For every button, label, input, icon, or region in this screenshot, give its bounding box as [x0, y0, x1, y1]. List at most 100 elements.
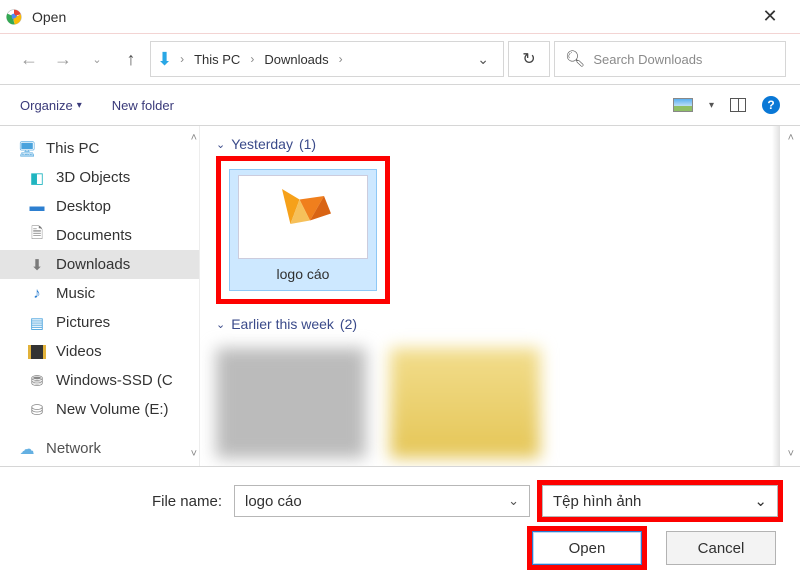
refresh-button[interactable]: ↻ — [508, 41, 550, 77]
downloads-location-icon: ⬇ — [157, 49, 172, 70]
tree-label: Network — [46, 440, 101, 457]
tree-item-pictures[interactable]: ▤ Pictures — [0, 308, 199, 337]
group-header-yesterday[interactable]: ⌄ Yesterday (1) — [216, 136, 780, 152]
chevron-right-icon: › — [246, 52, 258, 66]
nav-up-button[interactable]: ↑ — [116, 44, 146, 74]
blurred-file-item[interactable] — [216, 348, 366, 458]
tree-label: Videos — [56, 343, 102, 360]
group-label: Yesterday — [231, 136, 293, 152]
arrow-right-icon: → — [54, 49, 72, 70]
tree-scroll-down[interactable]: ˅ — [191, 448, 197, 460]
group-label: Earlier this week — [231, 316, 334, 332]
breadcrumb-item[interactable]: This PC — [192, 48, 242, 71]
document-icon: 🗎 — [28, 228, 46, 244]
desktop-icon: ▬ — [28, 199, 46, 215]
group-header-earlier[interactable]: ⌄ Earlier this week (2) — [216, 316, 780, 332]
blurred-file-item[interactable] — [390, 348, 540, 458]
breadcrumb-bar[interactable]: ⬇ › This PC › Downloads › ⌄ — [150, 41, 504, 77]
cube-icon: ◧ — [28, 170, 46, 186]
tree-item-documents[interactable]: 🗎 Documents — [0, 221, 199, 250]
new-folder-label: New folder — [112, 98, 174, 113]
tree-item-downloads[interactable]: ⬇ Downloads — [0, 250, 199, 279]
filename-value: logo cáo — [245, 493, 302, 510]
nav-forward-button[interactable]: → — [48, 44, 78, 74]
footer-buttons: Open Cancel — [532, 531, 778, 565]
breadcrumb-dropdown-button[interactable]: ⌄ — [477, 51, 497, 68]
fox-icon — [268, 182, 338, 252]
cancel-button-label: Cancel — [698, 540, 745, 557]
chevron-right-icon: › — [176, 52, 188, 66]
new-folder-button[interactable]: New folder — [112, 98, 174, 113]
chevron-right-icon: › — [335, 52, 347, 66]
pictures-icon: ▤ — [28, 315, 46, 331]
file-thumbnail — [239, 176, 367, 258]
toolbar: Organize ▾ New folder ▾ ? — [0, 84, 800, 126]
tree-label: 3D Objects — [56, 169, 130, 186]
content-scroll-up[interactable]: ˄ — [788, 132, 794, 144]
content-scroll-down[interactable]: ˅ — [788, 448, 794, 460]
group-count: (1) — [299, 136, 316, 152]
disk-icon: ⛃ — [28, 373, 46, 389]
download-icon: ⬇ — [28, 257, 46, 273]
search-placeholder: Search Downloads — [593, 52, 702, 67]
filename-input[interactable]: logo cáo ⌄ — [234, 485, 530, 517]
file-item-logo-cao[interactable]: logo cáo — [229, 169, 377, 291]
file-type-filter[interactable]: Tệp hình ảnh ⌄ — [542, 485, 778, 517]
content-shadow — [772, 126, 780, 466]
window-title: Open — [32, 9, 736, 25]
organize-label: Organize — [20, 98, 73, 113]
title-bar: Open ✕ — [0, 0, 800, 34]
tree-item-network[interactable]: ☁ Network — [0, 434, 199, 463]
window-close-button[interactable]: ✕ — [746, 0, 794, 34]
open-button[interactable]: Open — [532, 531, 642, 565]
tree-label: New Volume (E:) — [56, 401, 169, 418]
filter-label: Tệp hình ảnh — [553, 493, 641, 510]
tree-label: Music — [56, 285, 95, 302]
file-name-label: logo cáo — [236, 266, 370, 282]
nav-recent-button[interactable]: ⌄ — [82, 44, 112, 74]
tree-item-desktop[interactable]: ▬ Desktop — [0, 192, 199, 221]
search-icon: 🔍︎ — [565, 49, 585, 69]
disk-icon: ⛁ — [28, 402, 46, 418]
caret-down-icon[interactable]: ▾ — [709, 100, 714, 111]
refresh-icon: ↻ — [522, 49, 535, 69]
chevron-down-icon[interactable]: ⌄ — [754, 492, 767, 510]
monitor-icon: 🖥 — [18, 141, 36, 157]
breadcrumb-item[interactable]: Downloads — [262, 48, 330, 71]
tree-item-windows-ssd[interactable]: ⛃ Windows-SSD (C — [0, 366, 199, 395]
tree-item-videos[interactable]: Videos — [0, 337, 199, 366]
preview-pane-icon[interactable] — [730, 98, 746, 112]
help-icon[interactable]: ? — [762, 96, 780, 114]
tree-label: This PC — [46, 140, 99, 157]
search-input[interactable]: 🔍︎ Search Downloads — [554, 41, 786, 77]
highlight-selected-file: logo cáo — [216, 156, 390, 304]
view-thumbnails-icon[interactable] — [673, 98, 693, 112]
tree-item-this-pc[interactable]: 🖥 This PC — [0, 134, 199, 163]
chevron-down-icon: ⌄ — [216, 318, 225, 331]
organize-menu[interactable]: Organize ▾ — [20, 98, 82, 113]
open-file-dialog: Open ✕ ← → ⌄ ↑ ⬇ › This PC › Downloads ›… — [0, 0, 800, 579]
navigation-tree: ˄ 🖥 This PC ◧ 3D Objects ▬ Desktop 🗎 Doc… — [0, 126, 200, 466]
cancel-button[interactable]: Cancel — [666, 531, 776, 565]
chevron-down-icon[interactable]: ⌄ — [508, 493, 519, 509]
dialog-body: ˄ 🖥 This PC ◧ 3D Objects ▬ Desktop 🗎 Doc… — [0, 126, 800, 466]
tree-item-new-volume[interactable]: ⛁ New Volume (E:) — [0, 395, 199, 424]
caret-down-icon: ▾ — [77, 100, 82, 111]
videos-icon — [28, 344, 46, 360]
tree-scroll-up[interactable]: ˄ — [191, 132, 197, 144]
tree-item-3d-objects[interactable]: ◧ 3D Objects — [0, 163, 199, 192]
chrome-icon — [6, 9, 22, 25]
tree-label: Downloads — [56, 256, 130, 273]
music-icon: ♪ — [28, 286, 46, 302]
chevron-down-icon: ⌄ — [92, 53, 101, 66]
nav-row: ← → ⌄ ↑ ⬇ › This PC › Downloads › ⌄ ↻ 🔍︎… — [0, 34, 800, 84]
network-icon: ☁ — [18, 441, 36, 457]
arrow-up-icon: ↑ — [127, 49, 136, 70]
tree-item-music[interactable]: ♪ Music — [0, 279, 199, 308]
file-list[interactable]: ˄ ⌄ Yesterday (1) — [200, 126, 800, 466]
nav-back-button[interactable]: ← — [14, 44, 44, 74]
filename-label: File name: — [22, 493, 222, 510]
open-button-label: Open — [569, 540, 606, 557]
arrow-left-icon: ← — [20, 49, 38, 70]
tree-label: Desktop — [56, 198, 111, 215]
